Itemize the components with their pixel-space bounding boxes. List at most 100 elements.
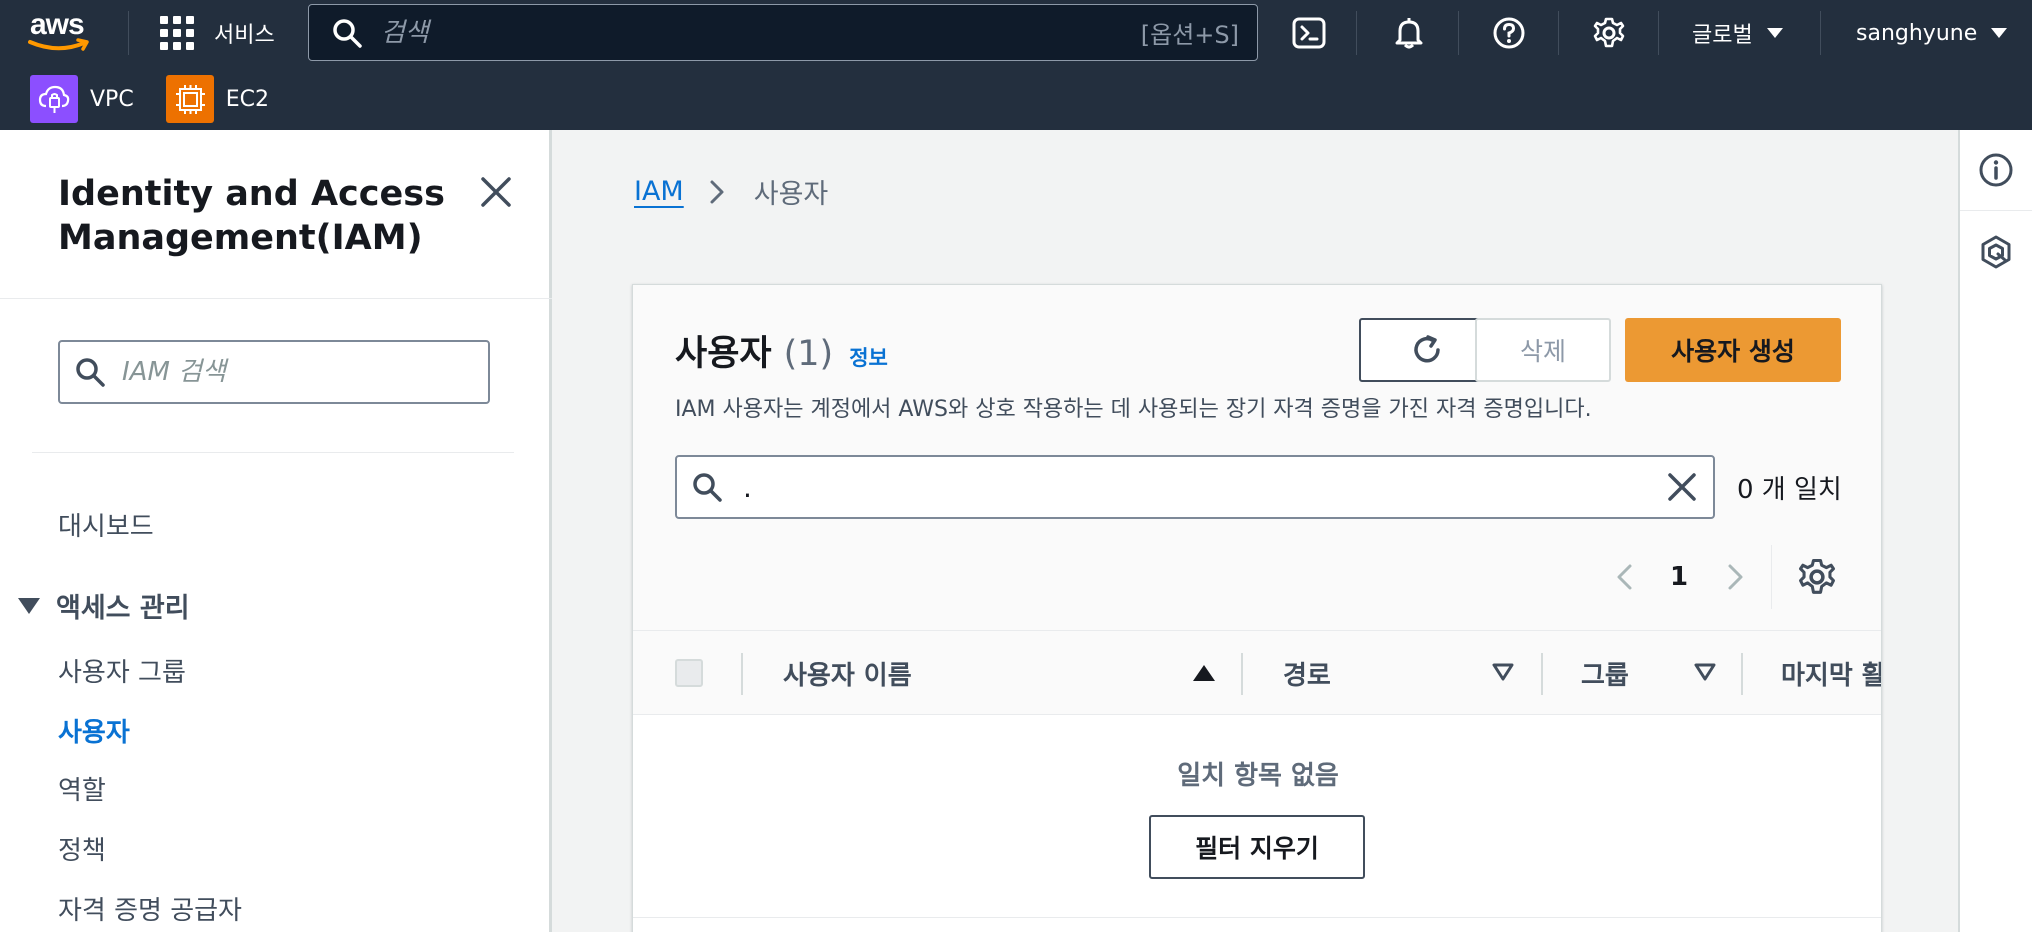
users-title: 사용자 xyxy=(675,334,772,374)
info-link[interactable]: 정보 xyxy=(849,342,888,372)
vpc-icon xyxy=(30,75,78,123)
breadcrumb: IAM 사용자 xyxy=(634,172,828,211)
sidebar-item-users[interactable]: 사용자 xyxy=(58,712,130,749)
users-description: IAM 사용자는 계정에서 AWS와 상호 작용하는 데 사용되는 장기 자격 … xyxy=(675,397,1592,422)
search-icon xyxy=(693,473,722,502)
sidebar-search-input[interactable] xyxy=(106,357,488,387)
info-panel-button[interactable] xyxy=(1960,130,2032,210)
chevron-left-icon[interactable] xyxy=(1607,557,1643,597)
column-header-last-activity[interactable]: 마지막 활 xyxy=(1781,655,1881,692)
column-header-path[interactable]: 경로 xyxy=(1283,655,1331,692)
users-table-container: 사용자 (1) 정보 삭제 사용자 생성 IAM 사용자는 계정에서 AWS와 … xyxy=(632,284,1882,932)
cloudshell-button[interactable] xyxy=(1290,14,1328,52)
nav-divider xyxy=(1820,11,1821,55)
clear-filter-icon[interactable] xyxy=(1665,470,1699,504)
sort-ascending-icon[interactable] xyxy=(1193,665,1215,681)
gear-icon xyxy=(1593,17,1625,48)
table-header-row: 사용자 이름 경로 그룹 마지막 활 xyxy=(633,631,1881,715)
terminal-icon xyxy=(1292,17,1326,49)
caret-down-icon xyxy=(1766,28,1783,38)
breadcrumb-iam-link[interactable]: IAM xyxy=(634,176,684,207)
refresh-icon xyxy=(1414,335,1440,363)
column-divider xyxy=(1741,653,1743,695)
account-username: sanghyune xyxy=(1856,20,1978,46)
region-label: 글로벌 xyxy=(1692,23,1753,48)
notifications-button[interactable] xyxy=(1390,14,1428,52)
nav-divider xyxy=(1458,11,1459,55)
nav-divider xyxy=(1356,11,1357,55)
favorites-bar: VPC EC2 xyxy=(0,72,269,126)
favorite-ec2-label: EC2 xyxy=(225,86,269,112)
amazon-q-icon xyxy=(1981,235,2011,269)
gear-icon[interactable] xyxy=(1797,557,1837,597)
sidebar-section-access-management[interactable]: 액세스 관리 xyxy=(18,586,190,625)
search-shortcut-hint: [옵션+S] xyxy=(1140,21,1239,49)
search-icon xyxy=(333,18,362,48)
services-label: 서비스 xyxy=(214,23,275,48)
ec2-icon xyxy=(165,75,214,123)
divider xyxy=(0,298,552,299)
help-icon xyxy=(1493,17,1525,49)
side-navigation: Identity and Access Management(IAM) 대시보드… xyxy=(0,130,552,932)
caret-down-icon xyxy=(18,597,40,614)
nav-divider xyxy=(1658,11,1659,55)
info-icon xyxy=(1979,153,2013,187)
divider xyxy=(633,917,1881,918)
users-filter-input[interactable] xyxy=(723,470,1665,504)
sort-descending-icon[interactable] xyxy=(1491,661,1515,683)
search-icon xyxy=(76,358,105,387)
divider xyxy=(1771,545,1772,609)
favorite-vpc-label: VPC xyxy=(90,86,134,112)
settings-button[interactable] xyxy=(1590,14,1628,52)
aws-smile-icon xyxy=(28,38,89,51)
bell-icon xyxy=(1395,18,1423,49)
app-grid-icon xyxy=(160,16,194,50)
sidebar-item-policies[interactable]: 정책 xyxy=(58,830,106,867)
global-search-box[interactable]: [옵션+S] xyxy=(308,4,1258,61)
empty-state-text: 일치 항목 없음 xyxy=(1177,761,1339,791)
page-title: 사용자 (1) 정보 xyxy=(675,325,888,376)
sidebar-title[interactable]: Identity and Access Management(IAM) xyxy=(58,172,458,260)
aws-logo[interactable]: aws xyxy=(28,8,96,54)
amazon-q-button[interactable] xyxy=(1960,212,2032,292)
sidebar-item-roles[interactable]: 역할 xyxy=(58,770,106,807)
aws-logo-text: aws xyxy=(30,8,85,41)
users-table-header: 사용자 (1) 정보 삭제 사용자 생성 IAM 사용자는 계정에서 AWS와 … xyxy=(633,285,1881,631)
caret-down-icon xyxy=(1991,28,2008,38)
global-search-input[interactable] xyxy=(363,5,1141,60)
favorite-vpc[interactable]: VPC xyxy=(30,75,134,123)
sidebar-search-box[interactable] xyxy=(58,340,490,404)
chevron-right-icon xyxy=(710,180,724,203)
pagination: 1 xyxy=(633,545,1881,609)
column-divider xyxy=(1241,653,1243,695)
sidebar-item-dashboard[interactable]: 대시보드 xyxy=(58,506,154,543)
sidebar-section-label: 액세스 관리 xyxy=(56,593,190,624)
divider xyxy=(1960,210,2032,211)
sort-descending-icon[interactable] xyxy=(1693,661,1717,683)
close-icon[interactable] xyxy=(478,174,514,210)
chevron-right-icon[interactable] xyxy=(1717,557,1753,597)
sidebar-item-identity-providers[interactable]: 자격 증명 공급자 xyxy=(58,890,242,927)
page-number[interactable]: 1 xyxy=(1663,557,1695,597)
region-selector[interactable]: 글로벌 xyxy=(1692,14,1783,52)
nav-divider xyxy=(1558,11,1559,55)
clear-filter-button[interactable]: 필터 지우기 xyxy=(1149,815,1365,879)
users-filter-box[interactable] xyxy=(675,455,1715,519)
delete-button[interactable]: 삭제 xyxy=(1475,318,1611,382)
help-button[interactable] xyxy=(1490,14,1528,52)
column-divider xyxy=(741,653,743,695)
select-all-checkbox[interactable] xyxy=(675,659,703,687)
nav-primary-row: aws 서비스 [옵션+S] xyxy=(0,0,2032,66)
services-menu-button[interactable]: 서비스 xyxy=(160,14,275,52)
column-divider xyxy=(1541,653,1543,695)
favorite-ec2[interactable]: EC2 xyxy=(165,75,269,123)
column-header-groups[interactable]: 그룹 xyxy=(1581,655,1629,692)
column-header-username[interactable]: 사용자 이름 xyxy=(783,655,912,692)
sidebar-item-user-groups[interactable]: 사용자 그룹 xyxy=(58,652,186,689)
tools-rail xyxy=(1958,130,2032,932)
match-count: 0 개 일치 xyxy=(1737,475,1842,505)
users-count: (1) xyxy=(783,334,834,374)
account-menu[interactable]: sanghyune xyxy=(1856,14,2008,52)
create-user-button[interactable]: 사용자 생성 xyxy=(1625,318,1841,382)
nav-divider xyxy=(128,11,129,55)
